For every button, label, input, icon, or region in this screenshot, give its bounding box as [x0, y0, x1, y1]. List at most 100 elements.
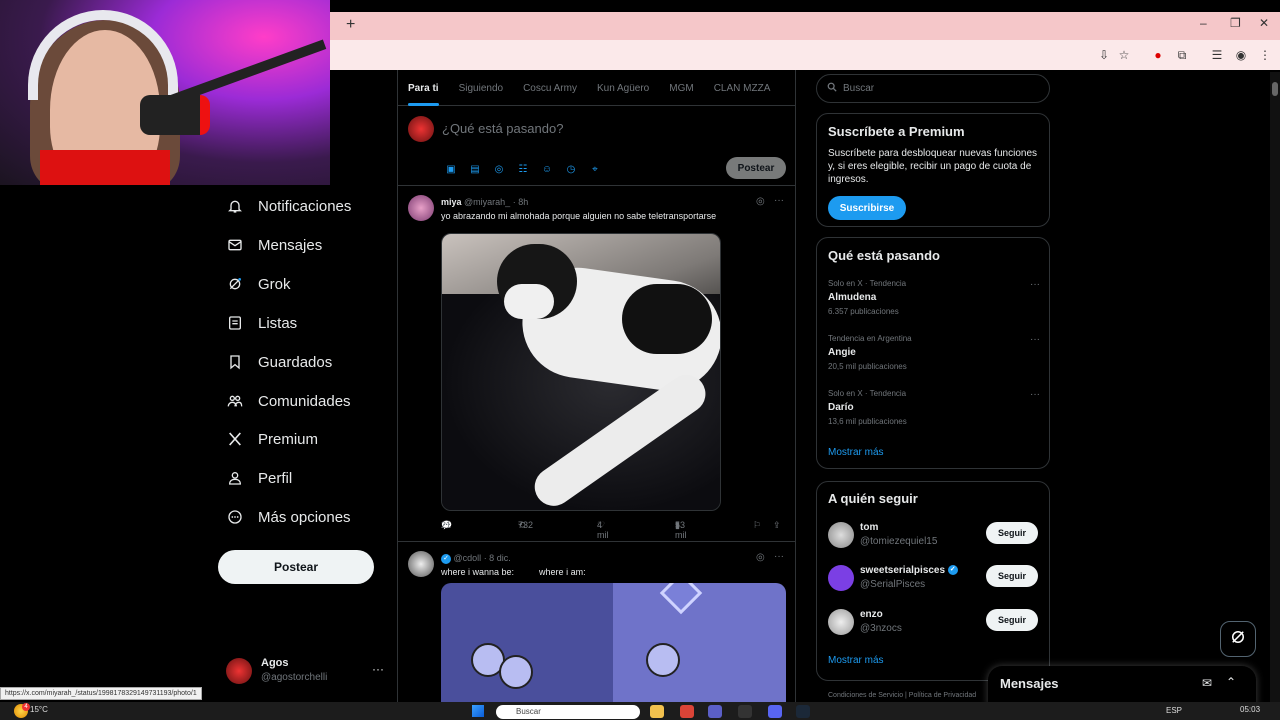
- taskbar-search[interactable]: Buscar: [496, 705, 640, 719]
- avatar[interactable]: [828, 522, 854, 548]
- nav-label: Más opciones: [258, 508, 351, 526]
- nav-guardados[interactable]: Guardados: [226, 347, 332, 377]
- nav-mensajes[interactable]: Mensajes: [226, 230, 322, 260]
- follow-name[interactable]: enzo: [860, 609, 883, 620]
- nav-mas-opciones[interactable]: Más opciones: [226, 502, 351, 532]
- grok-icon[interactable]: ◎: [490, 160, 508, 178]
- follow-item[interactable]: sweetserialpisces ✓ @SerialPisces Seguir: [828, 563, 1040, 595]
- poll-icon[interactable]: ☷: [514, 160, 532, 178]
- tweet-image[interactable]: [441, 583, 786, 713]
- share-icon: ⇪: [773, 520, 781, 530]
- trend-context: Solo en X · Tendencia: [828, 389, 907, 398]
- trend-item[interactable]: Solo en X · Tendencia Almudena 6.357 pub…: [828, 279, 1040, 323]
- reading-list-icon[interactable]: ☰: [1209, 47, 1225, 63]
- tweet-author-handle[interactable]: @miyarah_: [464, 197, 510, 207]
- follow-button[interactable]: Seguir: [986, 565, 1038, 587]
- trend-item[interactable]: Tendencia en Argentina Angie 20,5 mil pu…: [828, 334, 1040, 378]
- tab-coscu-army[interactable]: Coscu Army: [513, 70, 587, 106]
- footer-links[interactable]: Condiciones de Servicio | Política de Pr…: [828, 692, 976, 699]
- weather-temp[interactable]: 15°C: [30, 705, 48, 714]
- nav-grok[interactable]: Grok: [226, 269, 291, 299]
- more-circle-icon: [226, 508, 244, 526]
- install-app-icon[interactable]: ⇩: [1096, 47, 1112, 63]
- nav-perfil[interactable]: Perfil: [226, 463, 292, 493]
- new-message-icon[interactable]: ✉: [1202, 676, 1212, 690]
- grok-icon[interactable]: ◎: [756, 552, 765, 563]
- tweet-author-handle[interactable]: @cdoll: [454, 553, 482, 563]
- avatar[interactable]: [828, 565, 854, 591]
- nav-premium[interactable]: Premium: [226, 424, 318, 454]
- more-icon[interactable]: ···: [1030, 279, 1040, 290]
- tab-clan-mzza[interactable]: CLAN MZZA: [704, 70, 781, 106]
- chrome-icon[interactable]: [680, 705, 694, 718]
- post-button[interactable]: Postear: [218, 550, 374, 584]
- tab-siguiendo[interactable]: Siguiendo: [449, 70, 513, 106]
- star-icon[interactable]: ☆: [1116, 47, 1132, 63]
- trend-item[interactable]: Solo en X · Tendencia Darío 13,6 mil pub…: [828, 389, 1040, 433]
- new-tab-button[interactable]: +: [346, 16, 355, 34]
- opera-extension-icon[interactable]: ●: [1150, 47, 1166, 63]
- search-input[interactable]: Buscar: [816, 74, 1050, 103]
- tweet[interactable]: miya @miyarah_ · 8h ◎ ··· yo abrazando m…: [398, 187, 795, 542]
- more-icon[interactable]: ···: [774, 195, 784, 206]
- language-indicator[interactable]: ESP: [1166, 706, 1182, 715]
- avatar[interactable]: [408, 551, 434, 577]
- follow-button[interactable]: Seguir: [986, 609, 1038, 631]
- tweet-text: yo abrazando mi almohada porque alguien …: [441, 211, 717, 221]
- tweet-time[interactable]: · 8 dic.: [484, 553, 511, 563]
- schedule-icon[interactable]: ◷: [562, 160, 580, 178]
- tweet-image[interactable]: [441, 233, 721, 511]
- discord-icon[interactable]: [768, 705, 782, 718]
- steam-icon[interactable]: [796, 705, 810, 718]
- more-icon[interactable]: ···: [372, 662, 384, 676]
- tab-para-ti[interactable]: Para ti: [398, 70, 449, 106]
- subscribe-button[interactable]: Suscribirse: [828, 196, 906, 220]
- browser-menu-icon[interactable]: ⋮: [1257, 47, 1273, 63]
- trends-title: Qué está pasando: [828, 248, 940, 263]
- compose-post-button[interactable]: Postear: [726, 157, 786, 179]
- clock[interactable]: 05:03: [1240, 705, 1260, 714]
- address-bar[interactable]: [330, 40, 1280, 70]
- follow-item[interactable]: tom @tomiezequiel15 Seguir: [828, 520, 1040, 552]
- avatar[interactable]: [828, 609, 854, 635]
- more-icon[interactable]: ···: [1030, 389, 1040, 400]
- tweet-author-name[interactable]: miya: [441, 197, 462, 207]
- gif-icon[interactable]: ▤: [466, 160, 484, 178]
- file-explorer-icon[interactable]: [650, 705, 664, 718]
- scrollbar[interactable]: [1270, 72, 1280, 702]
- location-icon[interactable]: ⌖: [586, 160, 604, 178]
- nav-notificaciones[interactable]: Notificaciones: [226, 191, 351, 221]
- follow-name[interactable]: sweetserialpisces ✓: [860, 565, 958, 576]
- grok-icon[interactable]: ◎: [756, 196, 765, 207]
- show-more-link[interactable]: Mostrar más: [828, 655, 884, 666]
- scrollbar-thumb[interactable]: [1272, 82, 1278, 96]
- more-icon[interactable]: ···: [1030, 334, 1040, 345]
- tweet[interactable]: ✓ @cdoll · 8 dic. ◎ ··· where i wanna be…: [398, 543, 795, 720]
- tab-kun-aguero[interactable]: Kun Agüero: [587, 70, 659, 106]
- follow-button[interactable]: Seguir: [986, 522, 1038, 544]
- emoji-icon[interactable]: ☺: [538, 160, 556, 178]
- windows-start-icon[interactable]: [472, 705, 484, 717]
- image-icon[interactable]: ▣: [442, 160, 460, 178]
- grok-floating-button[interactable]: [1220, 621, 1256, 657]
- minimize-button[interactable]: –: [1200, 16, 1207, 30]
- follow-name[interactable]: tom: [860, 522, 878, 533]
- follow-item[interactable]: enzo @3nzocs Seguir: [828, 607, 1040, 639]
- avatar[interactable]: [408, 195, 434, 221]
- nav-comunidades[interactable]: Comunidades: [226, 386, 351, 416]
- maximize-button[interactable]: ❐: [1230, 16, 1241, 30]
- extensions-icon[interactable]: ⧉: [1174, 47, 1190, 63]
- tweet-time[interactable]: · 8h: [513, 197, 529, 207]
- profile-avatar-icon[interactable]: ◉: [1233, 47, 1249, 63]
- show-more-link[interactable]: Mostrar más: [828, 447, 884, 458]
- teams-icon[interactable]: [708, 705, 722, 718]
- compose-input[interactable]: ¿Qué está pasando?: [442, 121, 563, 136]
- nav-listas[interactable]: Listas: [226, 308, 297, 338]
- tab-mgm[interactable]: MGM: [659, 70, 703, 106]
- more-icon[interactable]: ···: [774, 551, 784, 562]
- account-switcher[interactable]: Agos @agostorchelli ···: [226, 656, 386, 686]
- expand-icon[interactable]: ⌃: [1226, 675, 1236, 689]
- close-window-button[interactable]: ✕: [1259, 16, 1269, 30]
- messages-drawer[interactable]: Mensajes ✉ ⌃: [988, 666, 1256, 706]
- obs-icon[interactable]: [738, 705, 752, 718]
